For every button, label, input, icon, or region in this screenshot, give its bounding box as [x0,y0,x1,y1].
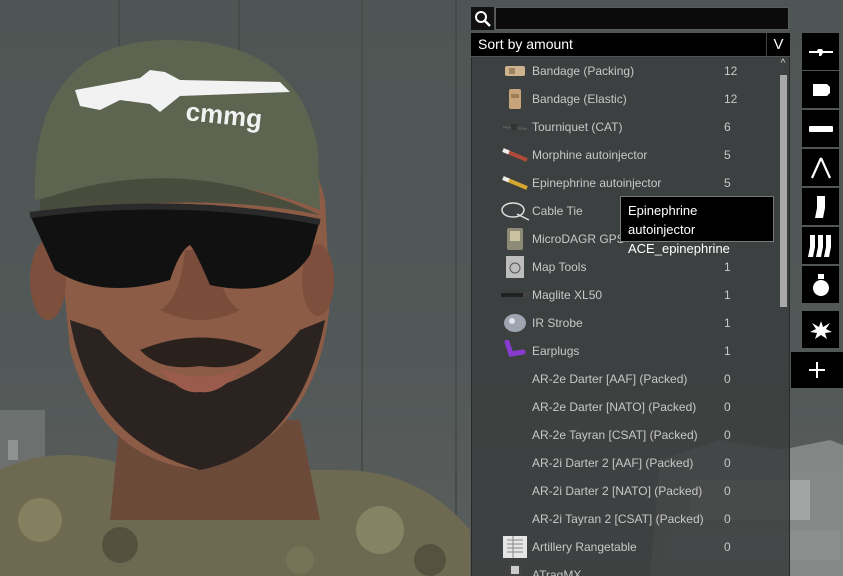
list-item[interactable]: Maglite XL50 1 [472,281,777,309]
tourniquet-icon [503,124,527,130]
magazines-icon [807,234,831,257]
tab-grenade[interactable] [802,266,839,303]
item-count: 12 [724,92,738,106]
flashlight-icon [501,292,529,298]
scroll-thumb[interactable] [780,75,787,307]
character-portrait: cmmg [0,40,470,576]
list-item[interactable]: Morphine autoinjector 5 [472,141,777,169]
plus-icon [809,362,825,378]
item-name: Map Tools [532,260,587,274]
item-name: Bandage (Packing) [532,64,635,78]
list-item[interactable]: Epinephrine autoinjector 5 [472,169,777,197]
item-name: AR-2i Darter 2 [NATO] (Packed) [532,484,703,498]
list-item[interactable]: AR-2e Darter [NATO] (Packed) 0 [472,393,777,421]
item-name: Earplugs [532,344,580,358]
item-count: 5 [724,148,731,162]
item-name: AR-2i Darter 2 [AAF] (Packed) [532,456,694,470]
tooltip-display-name: Epinephrine autoinjector [628,203,698,237]
list-item[interactable]: AR-2e Tayran [CSAT] (Packed) 0 [472,421,777,449]
chevron-down-icon[interactable]: V [766,33,790,56]
sort-label: Sort by amount [478,36,573,52]
bandage-packing-icon [505,66,525,76]
rifle-icon [808,48,833,56]
atragmx-icon [509,564,521,576]
sort-dropdown[interactable]: Sort by amount V [471,33,790,56]
earplugs-icon [504,340,526,357]
bandage-elastic-icon [509,89,521,109]
list-item[interactable]: Bandage (Packing) 12 [472,57,777,85]
list-item[interactable]: Earplugs 1 [472,337,777,365]
explosive-icon [809,320,832,339]
tab-bipod[interactable] [802,149,839,186]
item-count: 12 [724,64,738,78]
tab-muzzle[interactable] [802,110,839,147]
item-count: 0 [724,372,731,386]
list-item[interactable]: Tourniquet (CAT) 6 [472,113,777,141]
item-name: Epinephrine autoinjector [532,176,662,190]
item-tooltip: Epinephrine autoinjector ACE_epinephrine [620,196,774,256]
tab-magazines[interactable] [802,227,839,264]
tab-rifle[interactable] [802,33,839,70]
ammo-icon [812,83,830,96]
item-name: AR-2e Tayran [CSAT] (Packed) [532,428,698,442]
bipod-icon [810,157,831,178]
list-item[interactable]: IR Strobe 1 [472,309,777,337]
item-count: 1 [724,344,731,358]
epinephrine-icon [502,176,528,190]
list-item[interactable]: Artillery Rangetable 0 [472,533,777,561]
item-name: Morphine autoinjector [532,148,648,162]
magazine-icon [814,195,825,218]
list-item[interactable]: AR-2i Tayran 2 [CSAT] (Packed) 0 [472,505,777,533]
tab-ammo[interactable] [802,71,839,108]
item-name: AR-2e Darter [NATO] (Packed) [532,400,697,414]
ir-strobe-icon [504,314,526,332]
item-name: Cable Tie [532,204,583,218]
item-list: Bandage (Packing) 12 Bandage (Elastic) 12 To… [471,57,790,576]
item-count: 0 [724,428,731,442]
cable-tie-icon [501,202,530,221]
map-tools-icon [506,256,524,278]
item-name: AR-2i Tayran 2 [CSAT] (Packed) [532,512,704,526]
muzzle-icon [808,125,833,132]
grenade-icon [812,273,829,296]
item-count: 6 [724,120,731,134]
list-item[interactable]: AR-2i Darter 2 [NATO] (Packed) 0 [472,477,777,505]
list-item[interactable]: ATragMX [472,561,777,576]
tab-explosive[interactable] [802,311,839,348]
tab-misc-items[interactable] [791,352,843,388]
list-item[interactable]: Bandage (Elastic) 12 [472,85,777,113]
search-input[interactable] [495,7,789,30]
search-icon [474,10,491,27]
tab-magazine[interactable] [802,188,839,225]
scroll-up-icon[interactable]: ^ [777,57,789,71]
item-name: Tourniquet (CAT) [532,120,623,134]
item-count: 0 [724,456,731,470]
list-scrollbar[interactable]: ^ [777,57,789,576]
item-count: 5 [724,176,731,190]
item-name: ATragMX [532,568,582,576]
item-count: 1 [724,288,731,302]
list-item[interactable]: AR-2i Darter 2 [AAF] (Packed) 0 [472,449,777,477]
item-count: 0 [724,400,731,414]
item-name: Maglite XL50 [532,288,603,302]
item-name: IR Strobe [532,316,583,330]
item-count: 1 [724,316,731,330]
morphine-icon [502,148,528,162]
search-button[interactable] [471,7,494,30]
item-count: 0 [724,512,731,526]
item-count: 0 [724,484,731,498]
item-count: 0 [724,540,731,554]
item-name: Artillery Rangetable [532,540,637,554]
tooltip-class-name: ACE_epinephrine [628,241,730,256]
rangetable-icon [503,536,527,558]
item-name: AR-2e Darter [AAF] (Packed) [532,372,688,386]
item-name: Bandage (Elastic) [532,92,627,106]
item-name: MicroDAGR GPS [532,232,625,246]
list-item[interactable]: AR-2e Darter [AAF] (Packed) 0 [472,365,777,393]
gps-icon [507,228,523,250]
